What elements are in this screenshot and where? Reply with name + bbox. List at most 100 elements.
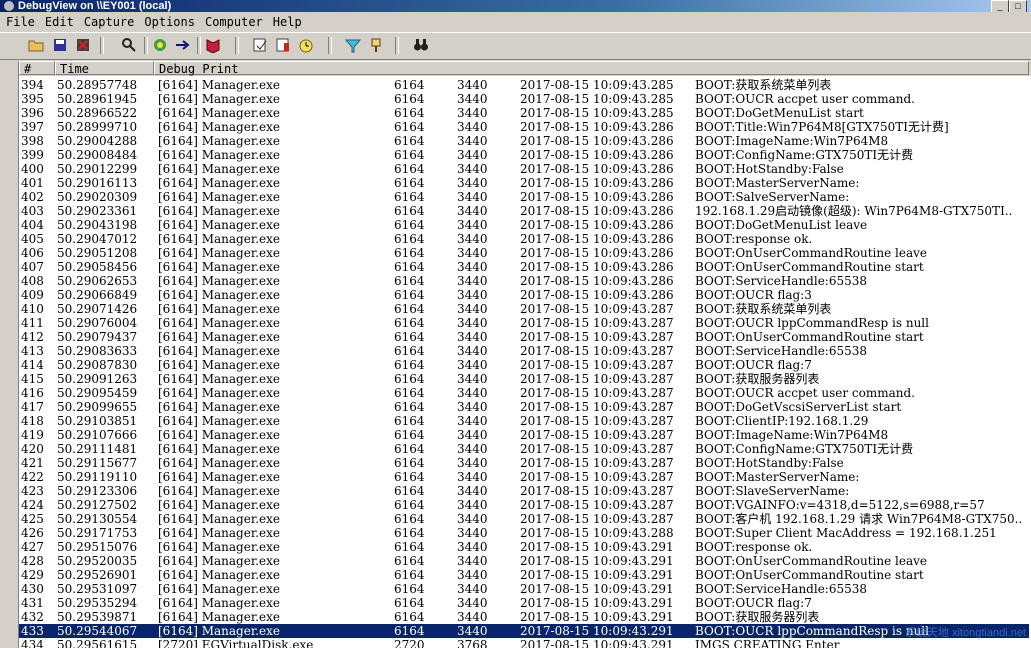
row-pid: 6164 — [394, 260, 425, 274]
log-row[interactable]: 418 50.29103851 [6164] Manager.exe 6164 3440… — [19, 414, 1029, 428]
log-row[interactable]: 422 50.29119110 [6164] Manager.exe 6164 3440… — [19, 470, 1029, 484]
menu-computer[interactable]: Computer — [201, 13, 267, 32]
autoscroll-icon[interactable] — [175, 37, 191, 53]
log-row[interactable]: 424 50.29127502 [6164] Manager.exe 6164 3440… — [19, 498, 1029, 512]
row-time: 50.29115677 — [57, 456, 138, 470]
log-row[interactable]: 425 50.29130554 [6164] Manager.exe 6164 3440… — [19, 512, 1029, 526]
row-time: 50.29008484 — [57, 148, 138, 162]
log-row[interactable]: 409 50.29066849 [6164] Manager.exe 6164 3440… — [19, 288, 1029, 302]
log-row[interactable]: 404 50.29043198 [6164] Manager.exe 6164 3440… — [19, 218, 1029, 232]
row-time: 50.29515076 — [57, 540, 138, 554]
edit-filter-icon[interactable] — [252, 37, 268, 53]
log-row[interactable]: 434 50.29561615 [2720] EGVirtualDisk.exe 27… — [19, 638, 1029, 648]
toolbar — [0, 32, 1031, 60]
save-icon[interactable] — [52, 37, 68, 53]
row-tid: 3440 — [457, 470, 488, 484]
log-row[interactable]: 428 50.29520035 [6164] Manager.exe 6164 3440… — [19, 554, 1029, 568]
row-tid: 3440 — [457, 540, 488, 554]
log-row[interactable]: 399 50.29008484 [6164] Manager.exe 6164 3440… — [19, 148, 1029, 162]
log-row[interactable]: 407 50.29058456 [6164] Manager.exe 6164 3440… — [19, 260, 1029, 274]
log-row[interactable]: 401 50.29016113 [6164] Manager.exe 6164 3440… — [19, 176, 1029, 190]
clear-icon[interactable] — [75, 37, 91, 53]
row-pid: 6164 — [394, 554, 425, 568]
row-time: 50.29079437 — [57, 330, 138, 344]
column-header-number[interactable]: # — [19, 61, 55, 76]
pin-icon[interactable] — [368, 37, 384, 53]
filter-icon[interactable] — [345, 37, 361, 53]
log-row[interactable]: 427 50.29515076 [6164] Manager.exe 6164 3440… — [19, 540, 1029, 554]
row-pid: 6164 — [394, 442, 425, 456]
open-icon[interactable] — [28, 37, 44, 53]
log-row[interactable]: 417 50.29099655 [6164] Manager.exe 6164 3440… — [19, 400, 1029, 414]
row-time: 50.29103851 — [57, 414, 138, 428]
log-row[interactable]: 414 50.29087830 [6164] Manager.exe 6164 3440… — [19, 358, 1029, 372]
watermark-text: 系统天地 xitongtiandi.net — [904, 627, 1026, 639]
menu-help[interactable]: Help — [269, 13, 306, 32]
row-pid: 6164 — [394, 386, 425, 400]
capture-kernel-icon[interactable] — [205, 37, 221, 53]
log-row[interactable]: 432 50.29539871 [6164] Manager.exe 6164 3440… — [19, 610, 1029, 624]
row-datetime: 2017-08-15 10:09:43.288 — [520, 526, 674, 540]
log-row[interactable]: 421 50.29115677 [6164] Manager.exe 6164 3440… — [19, 456, 1029, 470]
log-row[interactable]: 412 50.29079437 [6164] Manager.exe 6164 3440… — [19, 330, 1029, 344]
column-header-debug-print[interactable]: Debug Print — [154, 61, 1029, 76]
log-row[interactable]: 430 50.29531097 [6164] Manager.exe 6164 3440… — [19, 582, 1029, 596]
row-tid: 3440 — [457, 358, 488, 372]
row-tid: 3440 — [457, 176, 488, 190]
log-row[interactable]: 397 50.28999710 [6164] Manager.exe 6164 3440… — [19, 120, 1029, 134]
row-pid: 6164 — [394, 162, 425, 176]
log-row[interactable]: 394 50.28957748 [6164] Manager.exe 6164 3440… — [19, 78, 1029, 92]
log-row[interactable]: 426 50.29171753 [6164] Manager.exe 6164 3440… — [19, 526, 1029, 540]
menu-options[interactable]: Options — [140, 13, 199, 32]
row-process: [6164] Manager.exe — [158, 218, 281, 232]
menu-file[interactable]: File — [2, 13, 39, 32]
row-time: 50.29539871 — [57, 610, 138, 624]
row-time: 50.29526901 — [57, 568, 138, 582]
row-datetime: 2017-08-15 10:09:43.287 — [520, 428, 674, 442]
row-pid: 6164 — [394, 120, 425, 134]
row-pid: 6164 — [394, 92, 425, 106]
log-row[interactable]: 403 50.29023361 [6164] Manager.exe 6164 3440… — [19, 204, 1029, 218]
row-pid: 6164 — [394, 512, 425, 526]
log-row[interactable]: 408 50.29062653 [6164] Manager.exe 6164 3440… — [19, 274, 1029, 288]
log-row[interactable]: 410 50.29071426 [6164] Manager.exe 6164 3440… — [19, 302, 1029, 316]
menu-edit[interactable]: Edit — [41, 13, 78, 32]
row-time: 50.29561615 — [57, 638, 138, 648]
highlight-icon[interactable] — [275, 37, 291, 53]
debugview-app-icon — [4, 1, 14, 11]
log-row[interactable]: 419 50.29107666 [6164] Manager.exe 6164 3440… — [19, 428, 1029, 442]
log-row[interactable]: 420 50.29111481 [6164] Manager.exe 6164 3440… — [19, 442, 1029, 456]
minimize-button[interactable]: _ — [991, 0, 1009, 12]
capture-icon[interactable] — [152, 37, 168, 53]
maximize-button[interactable]: □ — [1009, 0, 1027, 12]
row-number: 433 — [21, 624, 44, 638]
row-process: [6164] Manager.exe — [158, 120, 281, 134]
log-row[interactable]: 398 50.29004288 [6164] Manager.exe 6164 3440… — [19, 134, 1029, 148]
log-row[interactable]: 411 50.29076004 [6164] Manager.exe 6164 3440… — [19, 316, 1029, 330]
find-icon[interactable] — [121, 37, 137, 53]
log-row[interactable]: 416 50.29095459 [6164] Manager.exe 6164 3440… — [19, 386, 1029, 400]
log-row[interactable]: 423 50.29123306 [6164] Manager.exe 6164 3440… — [19, 484, 1029, 498]
row-pid: 6164 — [394, 148, 425, 162]
column-header-time[interactable]: Time — [55, 61, 154, 76]
log-row[interactable]: 400 50.29012299 [6164] Manager.exe 6164 3440… — [19, 162, 1029, 176]
log-row[interactable]: 433 50.29544067 [6164] Manager.exe 6164 3440… — [19, 624, 1029, 638]
log-row[interactable]: 395 50.28961945 [6164] Manager.exe 6164 3440… — [19, 92, 1029, 106]
row-message: BOOT:OUCR accpet user command. — [695, 386, 915, 400]
row-number: 427 — [21, 540, 44, 554]
row-datetime: 2017-08-15 10:09:43.286 — [520, 190, 674, 204]
timer-icon[interactable] — [298, 37, 314, 53]
log-row[interactable]: 406 50.29051208 [6164] Manager.exe 6164 3440… — [19, 246, 1029, 260]
row-pid: 6164 — [394, 568, 425, 582]
menu-capture[interactable]: Capture — [80, 13, 139, 32]
binoculars-icon[interactable] — [413, 37, 429, 53]
log-row[interactable]: 405 50.29047012 [6164] Manager.exe 6164 3440… — [19, 232, 1029, 246]
row-process: [6164] Manager.exe — [158, 246, 281, 260]
log-row[interactable]: 396 50.28966522 [6164] Manager.exe 6164 3440… — [19, 106, 1029, 120]
log-row[interactable]: 429 50.29526901 [6164] Manager.exe 6164 3440… — [19, 568, 1029, 582]
log-row[interactable]: 413 50.29083633 [6164] Manager.exe 6164 3440… — [19, 344, 1029, 358]
log-row[interactable]: 402 50.29020309 [6164] Manager.exe 6164 3440… — [19, 190, 1029, 204]
log-grid[interactable]: # Time Debug Print 394 50.28957748 [6164] … — [18, 61, 1031, 648]
log-row[interactable]: 415 50.29091263 [6164] Manager.exe 6164 3440… — [19, 372, 1029, 386]
log-row[interactable]: 431 50.29535294 [6164] Manager.exe 6164 3440… — [19, 596, 1029, 610]
